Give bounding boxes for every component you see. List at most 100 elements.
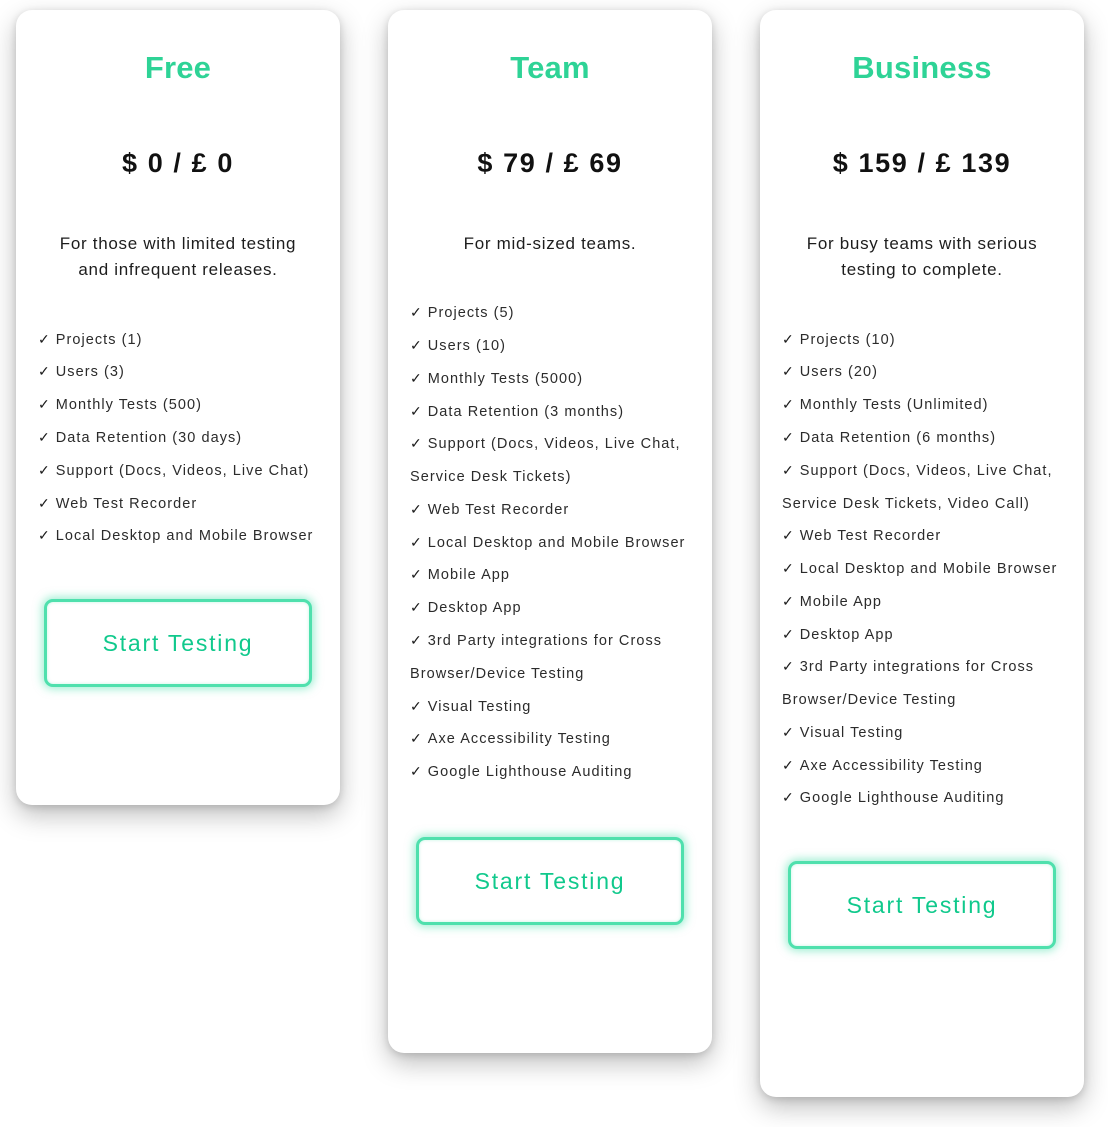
check-icon: ✓ — [38, 527, 51, 544]
check-icon: ✓ — [782, 789, 795, 806]
plan-name-business: Business — [852, 50, 992, 85]
feature-item: ✓ Desktop App — [782, 619, 1062, 652]
feature-item: ✓ 3rd Party integrations for Cross Browse… — [410, 625, 690, 691]
feature-item: ✓ Data Retention (30 days) — [38, 422, 318, 455]
plan-card-free: Free $ 0 / £ 0 For those with limited te… — [16, 10, 340, 805]
check-icon: ✓ — [38, 428, 51, 445]
plan-price-business: $ 159 / £ 139 — [832, 148, 1012, 178]
feature-item: ✓ 3rd Party integrations for Cross Browse… — [782, 651, 1062, 717]
feature-item-label: Support (Docs, Videos, Live Chat) — [55, 462, 310, 479]
feature-item: ✓ Web Test Recorder — [782, 520, 1062, 553]
plan-name-free: Free — [144, 50, 212, 85]
check-icon: ✓ — [410, 697, 423, 714]
check-icon: ✓ — [410, 337, 423, 354]
feature-item: ✓ Users (10) — [410, 330, 690, 363]
feature-item-label: Users (10) — [427, 338, 506, 355]
plan-card-business: Business $ 159 / £ 139 For busy teams wi… — [760, 10, 1084, 1097]
check-icon: ✓ — [410, 533, 423, 550]
feature-item: ✓ Monthly Tests (500) — [38, 389, 318, 422]
check-icon: ✓ — [410, 369, 423, 386]
check-icon: ✓ — [38, 461, 51, 478]
feature-item-label: Projects (5) — [427, 305, 515, 322]
feature-item: ✓ Monthly Tests (Unlimited) — [782, 389, 1062, 422]
start-testing-button-team[interactable]: Start Testing — [416, 836, 684, 925]
feature-item-label: Projects (10) — [799, 331, 896, 348]
plan-card-team: Team $ 79 / £ 69 For mid-sized teams. ✓ P… — [388, 10, 712, 1053]
feature-item: ✓ Support (Docs, Videos, Live Chat, Servi… — [410, 428, 690, 494]
feature-item: ✓ Projects (1) — [38, 324, 318, 357]
plan-price-free: $ 0 / £ 0 — [122, 148, 234, 178]
feature-item: ✓ Projects (5) — [410, 297, 690, 330]
feature-item: ✓ Local Desktop and Mobile Browser — [782, 553, 1062, 586]
feature-item: ✓ Local Desktop and Mobile Browser — [410, 527, 690, 560]
check-icon: ✓ — [782, 560, 795, 577]
feature-item: ✓ Support (Docs, Videos, Live Chat, Servi… — [782, 455, 1062, 521]
feature-item-label: Desktop App — [799, 626, 894, 643]
feature-item-label: Monthly Tests (5000) — [427, 370, 584, 387]
check-icon: ✓ — [410, 435, 423, 452]
feature-item-label: Axe Accessibility Testing — [799, 757, 983, 774]
check-icon: ✓ — [782, 428, 795, 445]
check-icon: ✓ — [782, 396, 795, 413]
check-icon: ✓ — [38, 396, 51, 413]
feature-item-label: Mobile App — [427, 567, 511, 584]
feature-item: ✓ Web Test Recorder — [410, 494, 690, 527]
feature-item: ✓ Google Lighthouse Auditing — [782, 782, 1062, 815]
feature-item-label: Google Lighthouse Auditing — [799, 790, 1005, 807]
feature-item: ✓ Users (3) — [38, 356, 318, 389]
feature-item: ✓ Visual Testing — [410, 691, 690, 724]
check-icon: ✓ — [410, 599, 423, 616]
plan-price-team: $ 79 / £ 69 — [477, 148, 623, 178]
feature-item-label: Visual Testing — [427, 698, 532, 715]
feature-item-label: Data Retention (3 months) — [427, 403, 625, 420]
feature-item-label: Support (Docs, Videos, Live Chat, Servic… — [782, 462, 1053, 512]
check-icon: ✓ — [38, 363, 51, 380]
check-icon: ✓ — [782, 363, 795, 380]
plan-name-team: Team — [510, 50, 590, 85]
feature-item-label: Web Test Recorder — [427, 501, 570, 518]
feature-item-label: Data Retention (6 months) — [799, 429, 997, 446]
feature-item-label: Mobile App — [799, 593, 883, 610]
pricing-plans-board: Free $ 0 / £ 0 For those with limited te… — [0, 0, 1108, 1127]
feature-item-label: Projects (1) — [55, 331, 143, 348]
feature-item: ✓ Data Retention (3 months) — [410, 396, 690, 429]
check-icon: ✓ — [782, 756, 795, 773]
feature-item-label: Axe Accessibility Testing — [427, 731, 611, 748]
check-icon: ✓ — [410, 730, 423, 747]
feature-item: ✓ Desktop App — [410, 592, 690, 625]
check-icon: ✓ — [782, 527, 795, 544]
check-icon: ✓ — [782, 723, 795, 740]
check-icon: ✓ — [782, 592, 795, 609]
feature-item-label: 3rd Party integrations for Cross Browser… — [410, 633, 663, 682]
feature-item: ✓ Support (Docs, Videos, Live Chat) — [38, 455, 318, 488]
feature-item-label: Monthly Tests (500) — [55, 397, 202, 414]
feature-item-label: 3rd Party integrations for Cross Browser… — [782, 659, 1035, 709]
check-icon: ✓ — [410, 500, 423, 517]
feature-item-label: Web Test Recorder — [55, 495, 198, 512]
check-icon: ✓ — [38, 330, 51, 347]
feature-list-free: ✓ Projects (1) ✓ Users (3) ✓ Monthly Tests (5… — [38, 324, 318, 553]
feature-item: ✓ Web Test Recorder — [38, 488, 318, 521]
feature-item: ✓ Local Desktop and Mobile Browser — [38, 520, 318, 553]
plan-tagline-business: For busy teams with serious testing to c… — [806, 234, 1038, 280]
check-icon: ✓ — [410, 304, 423, 321]
feature-item-label: Local Desktop and Mobile Browser — [799, 561, 1058, 578]
start-testing-button-free[interactable]: Start Testing — [44, 599, 312, 688]
feature-item: ✓ Projects (10) — [782, 324, 1062, 357]
check-icon: ✓ — [782, 625, 795, 642]
check-icon: ✓ — [782, 330, 795, 347]
feature-item: ✓ Users (20) — [782, 356, 1062, 389]
feature-item: ✓ Visual Testing — [782, 717, 1062, 750]
feature-item: ✓ Mobile App — [410, 559, 690, 592]
feature-item-label: Web Test Recorder — [799, 528, 942, 545]
check-icon: ✓ — [782, 658, 795, 675]
check-icon: ✓ — [782, 461, 795, 478]
feature-item-label: Users (20) — [799, 364, 878, 381]
feature-item-label: Visual Testing — [799, 724, 904, 741]
check-icon: ✓ — [410, 402, 423, 419]
start-testing-button-business[interactable]: Start Testing — [788, 861, 1056, 950]
feature-item-label: Desktop App — [427, 600, 522, 617]
check-icon: ✓ — [410, 632, 423, 648]
plan-tagline-team: For mid-sized teams. — [463, 234, 637, 253]
feature-item: ✓ Monthly Tests (5000) — [410, 363, 690, 396]
